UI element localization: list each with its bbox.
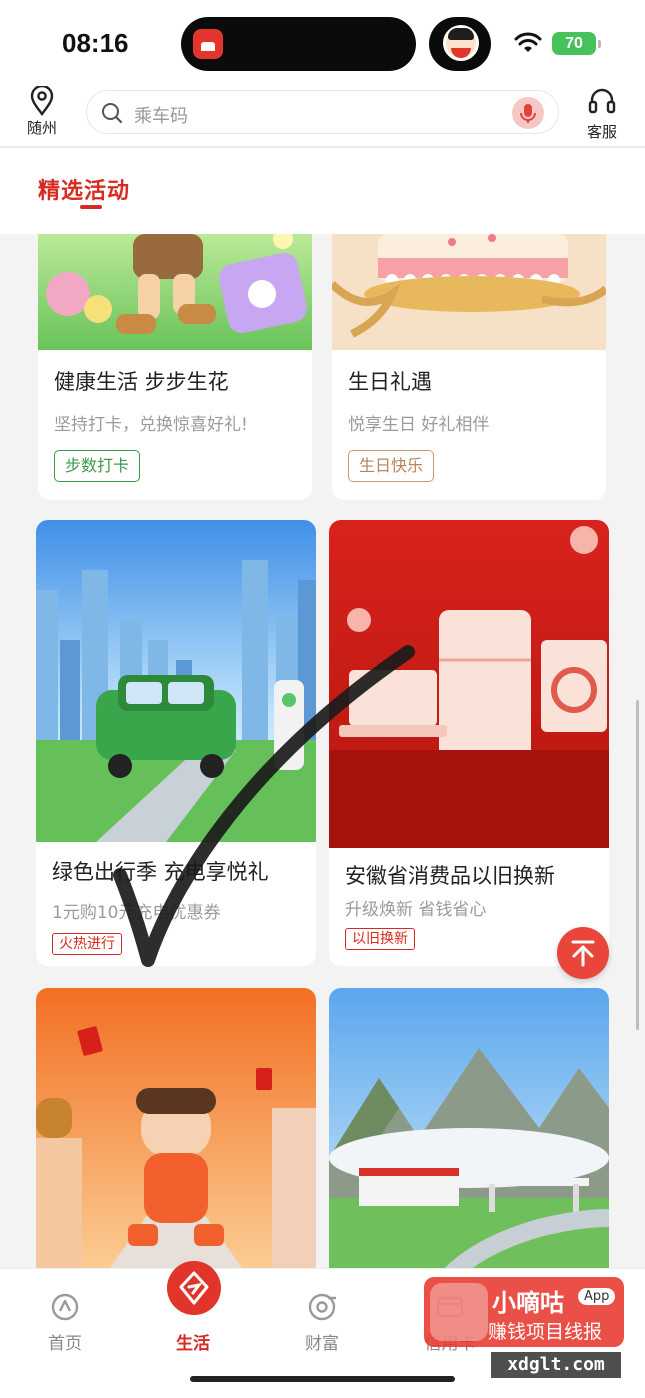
card-subtitle: 升级焕新 省钱省心 xyxy=(345,900,487,920)
card-subtitle: 坚持打卡，兑换惊喜好礼! xyxy=(54,415,248,435)
activity-card-scenic[interactable] xyxy=(329,988,609,1268)
dynamic-island[interactable] xyxy=(181,17,416,71)
customer-service-button[interactable]: 客服 xyxy=(582,86,622,144)
avatar[interactable] xyxy=(429,17,491,71)
microphone-icon xyxy=(520,104,536,123)
tab-life[interactable]: 生活 xyxy=(143,1261,243,1359)
card-image xyxy=(36,520,316,842)
status-bar: 08:16 70 xyxy=(0,0,645,86)
activity-card-steps[interactable]: 健康生活 步步生花 坚持打卡，兑换惊喜好礼! 步数打卡 xyxy=(38,234,312,500)
card-title: 绿色出行季 充电享悦礼 xyxy=(52,860,269,884)
location-pin-icon xyxy=(30,86,54,116)
location-button[interactable]: 随州 xyxy=(22,86,62,144)
tab-home[interactable]: 首页 xyxy=(15,1269,115,1359)
watermark-url: xdglt.com xyxy=(491,1352,621,1378)
card-title: 生日礼遇 xyxy=(348,370,432,394)
tab-label: 生活 xyxy=(176,1334,210,1354)
watermark-logo-icon xyxy=(430,1283,488,1341)
home-icon xyxy=(51,1293,79,1321)
customer-service-label: 客服 xyxy=(586,123,617,141)
card-tag: 以旧换新 xyxy=(345,928,415,950)
search-bar[interactable]: 乘车码 xyxy=(86,90,559,134)
activity-card-promo-kid[interactable] xyxy=(36,988,316,1268)
card-tag: 生日快乐 xyxy=(348,450,435,482)
headset-icon xyxy=(588,88,616,114)
top-bar: 随州 乘车码 客服 xyxy=(0,86,645,146)
card-image xyxy=(38,234,312,350)
watermark-badge: 小嘀咕 App 赚钱项目线报 xyxy=(424,1277,624,1347)
card-tag: 火热进行 xyxy=(52,933,122,955)
section-header: 精选活动 xyxy=(0,148,645,234)
card-subtitle: 悦享生日 好礼相伴 xyxy=(348,415,490,435)
card-image xyxy=(329,988,609,1268)
activity-grid: 健康生活 步步生花 坚持打卡，兑换惊喜好礼! 步数打卡 生日礼遇 悦享生日 好礼… xyxy=(0,234,645,1268)
wifi-icon xyxy=(514,32,542,52)
activity-card-birthday[interactable]: 生日礼遇 悦享生日 好礼相伴 生日快乐 xyxy=(332,234,606,500)
section-title-underline xyxy=(80,205,102,209)
location-label: 随州 xyxy=(26,119,57,137)
section-title[interactable]: 精选活动 xyxy=(38,173,130,205)
card-tag: 步数打卡 xyxy=(54,450,141,482)
card-title: 健康生活 步步生花 xyxy=(54,370,229,394)
voice-search-button[interactable] xyxy=(512,97,544,129)
watermark-slogan: 赚钱项目线报 xyxy=(488,1321,603,1343)
tab-label: 首页 xyxy=(48,1334,82,1354)
tab-wealth[interactable]: 财富 xyxy=(272,1269,372,1359)
life-icon xyxy=(167,1261,221,1315)
activity-card-green-travel[interactable]: 绿色出行季 充电享悦礼 1元购10元充电优惠券 火热进行 xyxy=(36,520,316,966)
wealth-icon xyxy=(308,1293,336,1321)
watermark-app-badge: App xyxy=(578,1288,616,1305)
card-subtitle: 1元购10元充电优惠券 xyxy=(52,903,221,923)
status-time: 08:16 xyxy=(62,28,129,58)
tab-label: 财富 xyxy=(305,1334,339,1354)
arrow-up-icon xyxy=(571,940,595,967)
app-icon xyxy=(193,29,223,59)
card-image xyxy=(36,988,316,1268)
scrollbar[interactable] xyxy=(636,700,639,1030)
home-indicator[interactable] xyxy=(190,1376,455,1382)
battery-indicator: 70 xyxy=(552,32,601,55)
card-title: 安徽省消费品以旧换新 xyxy=(345,864,555,888)
card-image xyxy=(329,520,609,848)
search-icon xyxy=(102,103,123,124)
watermark-name: 小嘀咕 xyxy=(492,1289,564,1317)
search-placeholder: 乘车码 xyxy=(134,106,188,127)
activity-card-trade-in[interactable]: 安徽省消费品以旧换新 升级焕新 省钱省心 以旧换新 xyxy=(329,520,609,966)
back-to-top-button[interactable] xyxy=(557,927,609,979)
card-image xyxy=(332,234,606,350)
